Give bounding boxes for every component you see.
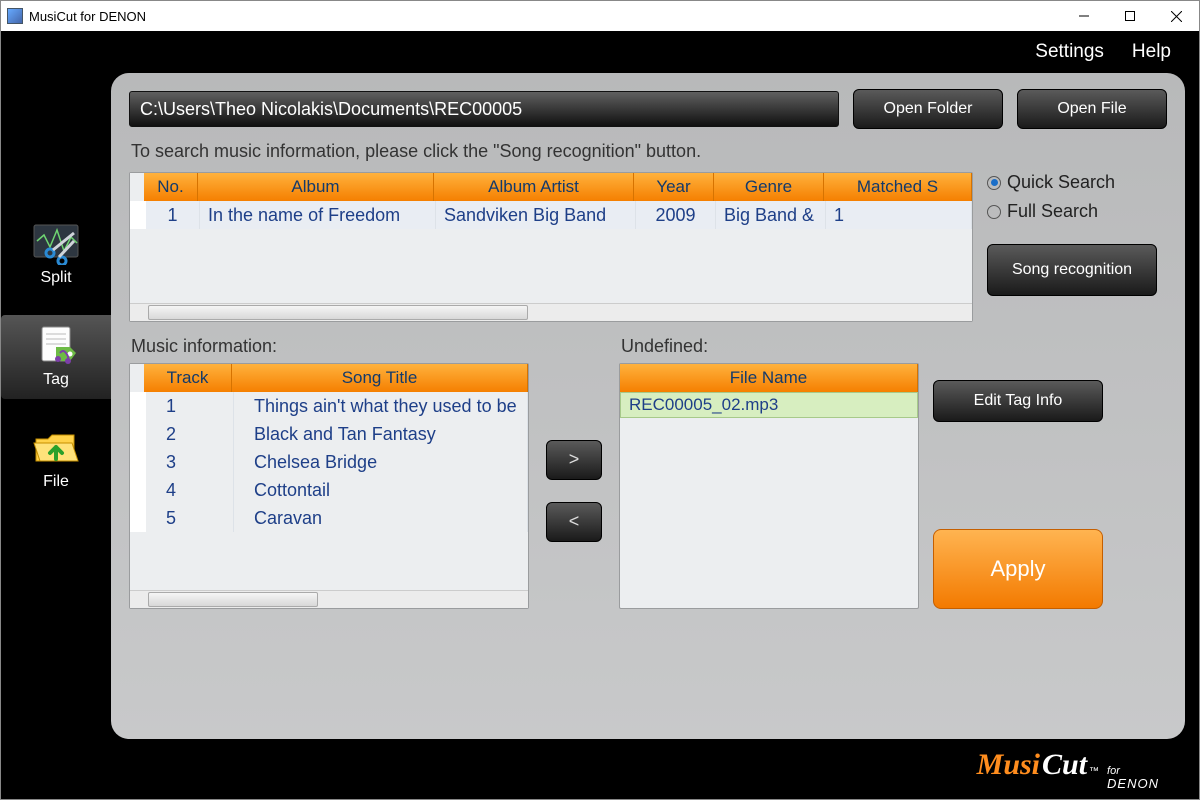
footer: MusiCut ™ forDENON [1, 739, 1199, 799]
track-row[interactable]: 3Chelsea Bridge [130, 448, 528, 476]
album-table[interactable]: No. Album Album Artist Year Genre Matche… [129, 172, 973, 322]
path-bar[interactable]: C:\Users\Theo Nicolakis\Documents\REC000… [129, 91, 839, 127]
nav-split[interactable]: Split [1, 213, 111, 297]
col-filename[interactable]: File Name [620, 364, 918, 392]
top-menu: Settings Help [1, 31, 1199, 73]
apply-button[interactable]: Apply [933, 529, 1103, 609]
instruction-text: To search music information, please clic… [129, 137, 1167, 164]
music-info-label: Music information: [129, 336, 529, 359]
nav-label: Split [40, 269, 71, 287]
nav-file[interactable]: File [1, 417, 111, 501]
col-title[interactable]: Song Title [232, 364, 528, 392]
song-recognition-button[interactable]: Song recognition [987, 244, 1157, 296]
col-no[interactable]: No. [144, 173, 198, 201]
tracks-table[interactable]: Track Song Title 1Things ain't what they… [129, 363, 529, 609]
undefined-table[interactable]: File Name REC00005_02.mp3 [619, 363, 919, 609]
col-matched[interactable]: Matched S [824, 173, 972, 201]
col-year[interactable]: Year [634, 173, 714, 201]
track-row[interactable]: 2Black and Tan Fantasy [130, 420, 528, 448]
window-title: MusiCut for DENON [29, 9, 146, 24]
menu-help[interactable]: Help [1132, 41, 1171, 63]
radio-icon [987, 176, 1001, 190]
h-scrollbar[interactable] [130, 303, 972, 321]
move-right-button[interactable]: > [546, 440, 602, 480]
nav-label: Tag [43, 371, 69, 389]
tag-icon [30, 323, 82, 367]
track-row[interactable]: 4Cottontail [130, 476, 528, 504]
path-text: C:\Users\Theo Nicolakis\Documents\REC000… [140, 99, 522, 120]
move-left-button[interactable]: < [546, 502, 602, 542]
titlebar: MusiCut for DENON [1, 1, 1199, 31]
col-genre[interactable]: Genre [714, 173, 824, 201]
col-album[interactable]: Album [198, 173, 434, 201]
app-icon [7, 8, 23, 24]
h-scrollbar[interactable] [130, 590, 528, 608]
radio-icon [987, 205, 1001, 219]
col-artist[interactable]: Album Artist [434, 173, 634, 201]
folder-icon [30, 425, 82, 469]
quick-search-radio[interactable]: Quick Search [987, 172, 1167, 193]
menu-settings[interactable]: Settings [1035, 41, 1104, 63]
open-folder-button[interactable]: Open Folder [853, 89, 1003, 129]
close-button[interactable] [1153, 1, 1199, 31]
track-row[interactable]: 5Caravan [130, 504, 528, 532]
file-row[interactable]: REC00005_02.mp3 [620, 392, 918, 418]
minimize-button[interactable] [1061, 1, 1107, 31]
scissors-icon [30, 221, 82, 265]
nav-tag[interactable]: Tag [1, 315, 111, 399]
left-nav: Split [1, 73, 111, 739]
edit-tag-button[interactable]: Edit Tag Info [933, 380, 1103, 422]
maximize-button[interactable] [1107, 1, 1153, 31]
col-track[interactable]: Track [144, 364, 232, 392]
full-search-radio[interactable]: Full Search [987, 201, 1167, 222]
open-file-button[interactable]: Open File [1017, 89, 1167, 129]
undefined-label: Undefined: [619, 336, 919, 359]
brand-logo: MusiCut ™ forDENON [977, 748, 1159, 791]
album-row[interactable]: 1 In the name of Freedom Sandviken Big B… [130, 201, 972, 229]
track-row[interactable]: 1Things ain't what they used to be [130, 392, 528, 420]
nav-label: File [43, 473, 69, 491]
main-panel: C:\Users\Theo Nicolakis\Documents\REC000… [111, 73, 1185, 739]
